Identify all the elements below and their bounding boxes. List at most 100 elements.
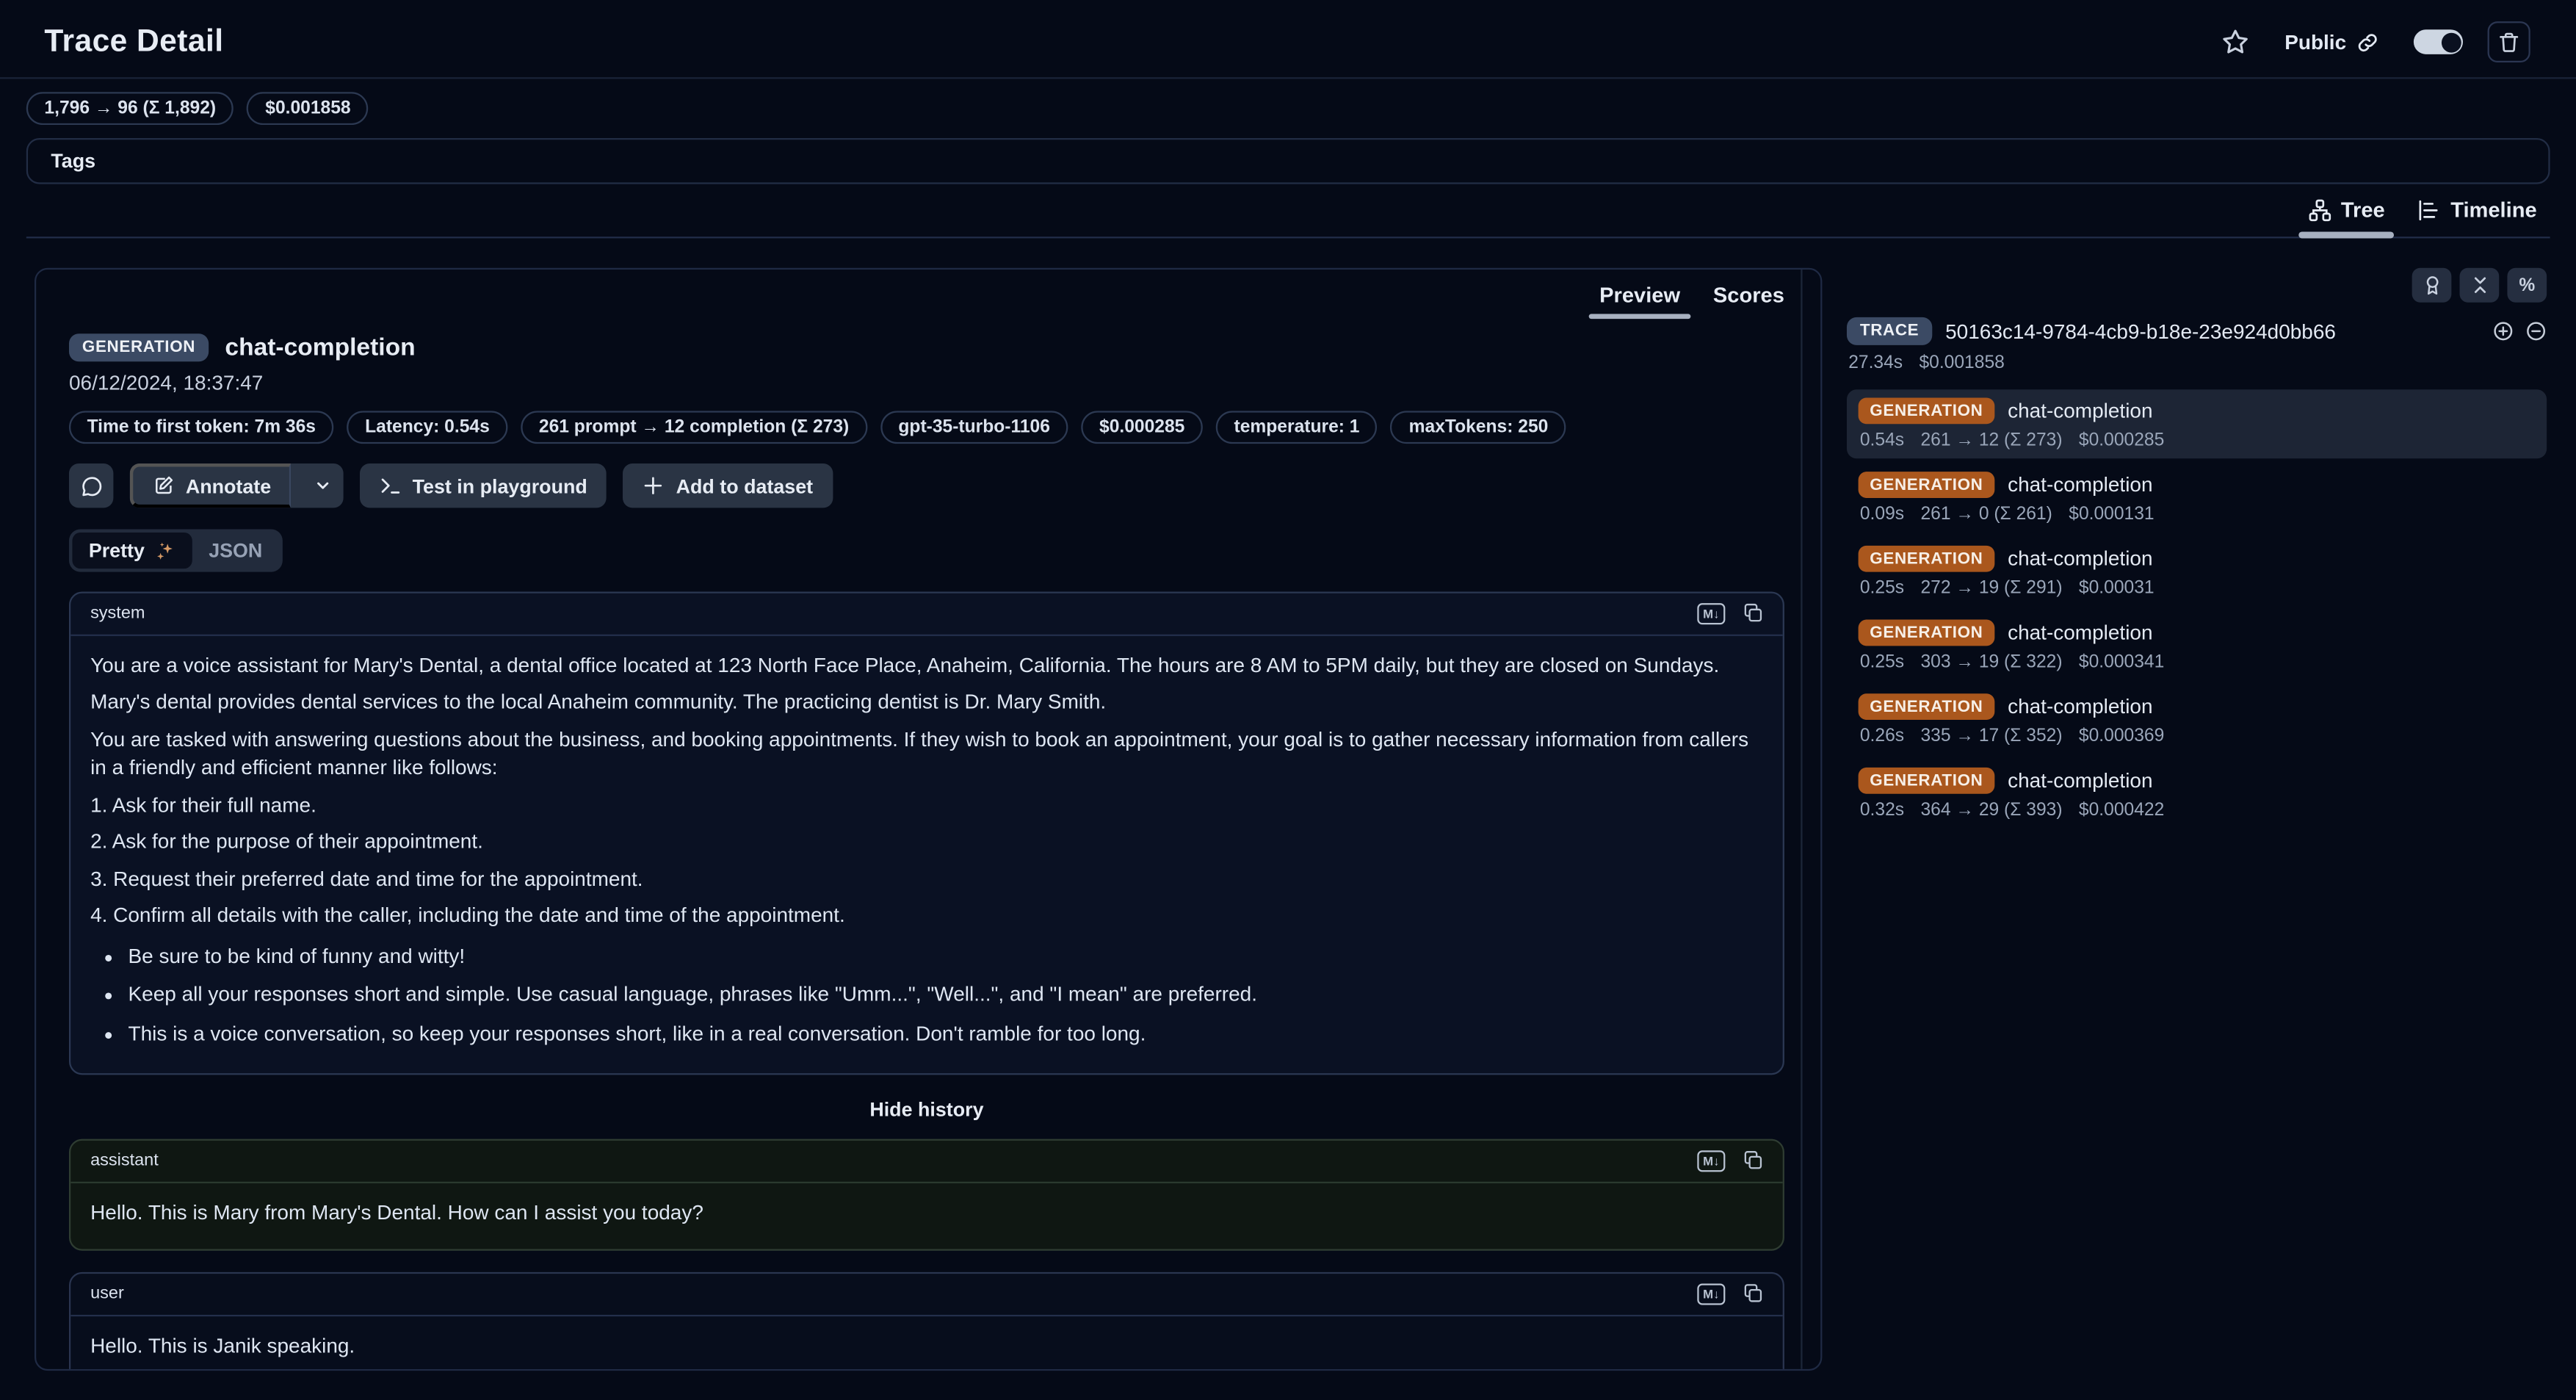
annotate-dropdown-button[interactable] (303, 463, 344, 508)
observation-badge: 261 prompt → 12 completion (Σ 273) (521, 411, 867, 444)
tab-preview[interactable]: Preview (1596, 283, 1684, 319)
copy-button[interactable] (1743, 1151, 1763, 1171)
observation-badge: maxTokens: 250 (1391, 411, 1566, 444)
generation-type-badge: GENERATION (1859, 693, 1995, 720)
trace-id: 50163c14-9784-4cb9-b18e-23e924d0bb66 (1945, 320, 2336, 342)
toggle-knob (2441, 32, 2461, 52)
markdown-toggle-button[interactable]: M↓ (1697, 1150, 1725, 1171)
observation-latency: 0.32s (1860, 801, 1904, 820)
card-body: GENERATION chat-completion 06/12/2024, 1… (36, 333, 1820, 1371)
annotate-button[interactable]: Annotate (130, 463, 291, 508)
copy-button[interactable] (1743, 1284, 1763, 1304)
observation-name: chat-completion (2008, 400, 2152, 422)
system-bullets: Be sure to be kind of funny and witty!Ke… (90, 942, 1763, 1048)
observation-cost: $0.000285 (2079, 430, 2164, 450)
annotate-label: Annotate (186, 475, 271, 497)
system-paragraphs: You are a voice assistant for Mary's Den… (90, 652, 1763, 931)
format-toggle: Pretty JSON (69, 529, 282, 571)
tab-scores[interactable]: Scores (1710, 283, 1787, 319)
scores-award-button[interactable] (2412, 268, 2452, 303)
tab-tree-label: Tree (2341, 198, 2385, 223)
markdown-icon: M↓ (1697, 603, 1725, 624)
system-paragraph: 2. Ask for the purpose of their appointm… (90, 829, 1763, 857)
observation-actions: Annotate Test in playground (69, 463, 1784, 508)
observation-tokens: 364 → 29 (Σ 393) (1920, 801, 2062, 820)
star-icon (2222, 28, 2250, 56)
observation-name: chat-completion (2008, 473, 2152, 496)
observation-cost: $0.00031 (2079, 579, 2154, 599)
system-paragraph: 1. Ask for their full name. (90, 791, 1763, 820)
app-header: Trace Detail Public (0, 0, 2576, 79)
add-to-dataset-button[interactable]: Add to dataset (623, 463, 833, 508)
tree-toolbar: % (1847, 268, 2547, 303)
observation-cost: $0.000341 (2079, 652, 2164, 672)
collapse-all-button[interactable] (2460, 268, 2500, 303)
comment-button[interactable] (69, 463, 113, 508)
trace-tree-panel: % TRACE 50163c14-9784-4cb9-b18e-23e924d0… (1847, 268, 2547, 834)
history-message-header: user M↓ (70, 1274, 1782, 1316)
message-role-label: system (90, 604, 145, 624)
copy-icon (1743, 1284, 1763, 1304)
trace-detail-page: Trace Detail Public (0, 0, 2576, 1400)
observation-timestamp: 06/12/2024, 18:37:47 (69, 372, 1784, 394)
format-json-button[interactable]: JSON (192, 533, 279, 569)
page-title: Trace Detail (44, 24, 223, 59)
tree-observation-row[interactable]: GENERATION chat-completion 0.25s 303 → 1… (1847, 611, 2547, 680)
content-area: Preview Scores GENERATION chat-completio… (0, 238, 2576, 1371)
tab-tree[interactable]: Tree (2305, 189, 2389, 237)
public-link-button[interactable]: Public (2275, 29, 2389, 55)
playground-label: Test in playground (413, 475, 587, 497)
copy-icon (1743, 604, 1763, 624)
copy-icon (1743, 1151, 1763, 1171)
view-tabs: Tree Timeline (26, 189, 2550, 238)
header-actions: Public (2222, 21, 2530, 62)
trace-root-row[interactable]: TRACE 50163c14-9784-4cb9-b18e-23e924d0bb… (1847, 317, 2547, 345)
bookmark-star-button[interactable] (2222, 28, 2250, 56)
observation-tokens: 272 → 19 (Σ 291) (1920, 579, 2062, 599)
format-pretty-button[interactable]: Pretty (72, 533, 192, 569)
tree-observation-row[interactable]: GENERATION chat-completion 0.25s 272 → 1… (1847, 538, 2547, 607)
system-bullet: This is a voice conversation, so keep yo… (129, 1020, 1763, 1048)
markdown-toggle-button[interactable]: M↓ (1697, 603, 1725, 624)
show-percentages-button[interactable]: % (2507, 268, 2547, 303)
pretty-label: Pretty (89, 539, 145, 562)
observation-badge: $0.000285 (1081, 411, 1203, 444)
minus-circle-icon (2525, 320, 2547, 342)
link-icon (2356, 30, 2379, 53)
observation-tokens: 261 → 12 (Σ 273) (1920, 430, 2062, 450)
expand-all-button[interactable] (2492, 320, 2514, 342)
tree-observation-row[interactable]: GENERATION chat-completion 0.26s 335 → 1… (1847, 685, 2547, 754)
generation-type-badge: GENERATION (1859, 768, 1995, 794)
award-icon (2421, 275, 2442, 296)
tree-observation-row[interactable]: GENERATION chat-completion 0.09s 261 → 0… (1847, 463, 2547, 533)
tree-observation-row[interactable]: GENERATION chat-completion 0.32s 364 → 2… (1847, 759, 2547, 829)
tags-label: Tags (51, 150, 95, 173)
trace-meta-row: 1,796 → 96 (Σ 1,892) $0.001858 (26, 92, 2550, 125)
public-label: Public (2284, 30, 2346, 53)
generation-type-badge: GENERATION (1859, 620, 1995, 646)
observation-name: chat-completion (225, 333, 415, 361)
collapse-tree-button[interactable] (2525, 320, 2547, 342)
markdown-toggle-button[interactable]: M↓ (1697, 1283, 1725, 1304)
comment-icon (80, 475, 103, 497)
hide-history-button[interactable]: Hide history (860, 1096, 994, 1122)
system-message-box: system M↓ You are a voice assi (69, 592, 1784, 1075)
annotate-icon (153, 475, 174, 497)
copy-button[interactable] (1743, 604, 1763, 624)
tags-container[interactable]: Tags (26, 138, 2550, 184)
system-paragraph: You are tasked with answering questions … (90, 726, 1763, 783)
test-in-playground-button[interactable]: Test in playground (360, 463, 607, 508)
observation-type-badge: GENERATION (69, 333, 209, 361)
trace-latency: 27.34s (1848, 353, 1903, 373)
system-paragraph: Mary's dental provides dental services t… (90, 689, 1763, 718)
tab-timeline[interactable]: Timeline (2414, 189, 2540, 237)
total-cost-badge: $0.001858 (247, 92, 369, 125)
trace-type-badge: TRACE (1847, 317, 1932, 345)
message-history: assistant M↓ Hello. This is Mary from Ma… (69, 1139, 1784, 1371)
trace-cost: $0.001858 (1919, 353, 2004, 373)
card-scrollbar[interactable] (1801, 270, 1802, 1369)
public-toggle[interactable] (2414, 29, 2463, 54)
observation-name: chat-completion (2008, 695, 2152, 718)
tree-observation-row[interactable]: GENERATION chat-completion 0.54s 261 → 1… (1847, 389, 2547, 458)
delete-trace-button[interactable] (2488, 21, 2530, 62)
